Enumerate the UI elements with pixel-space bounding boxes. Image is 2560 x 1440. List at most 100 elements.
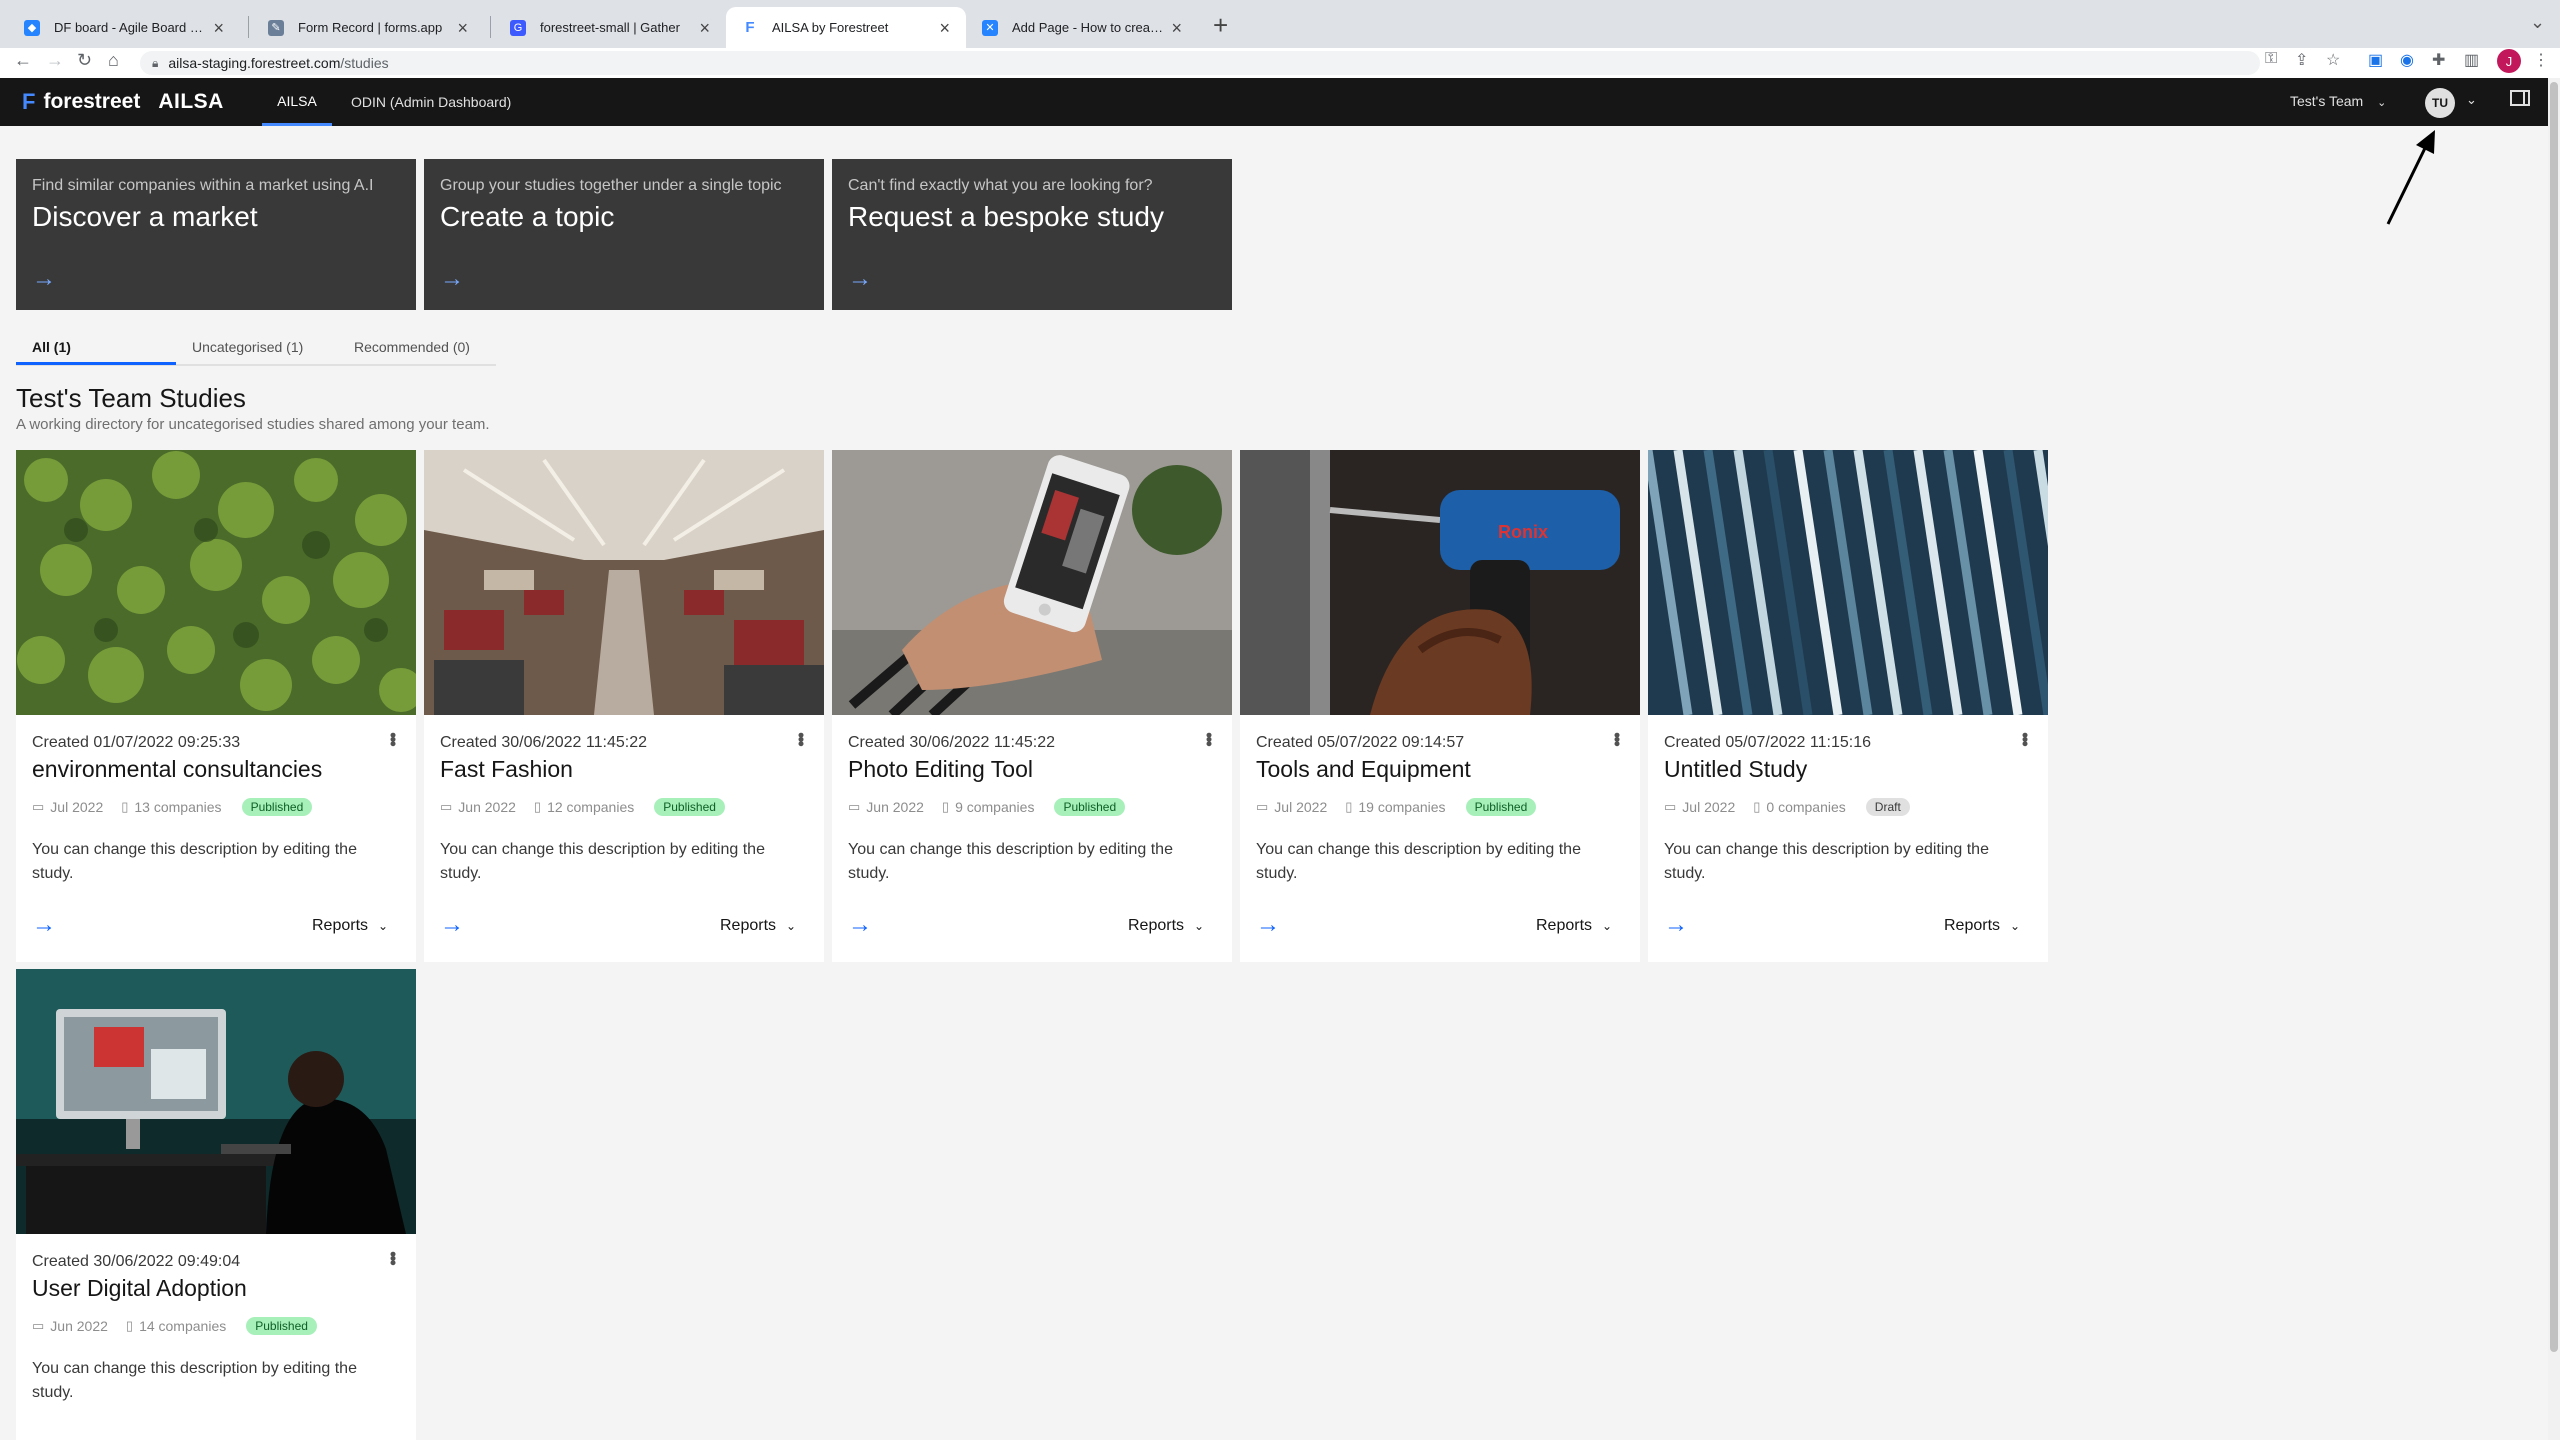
overflow-menu-icon[interactable]: •••: [2014, 732, 2035, 745]
gather-icon: G: [510, 19, 526, 36]
study-card[interactable]: Created 30/06/2022 11:45:22 ••• Fast Fas…: [424, 450, 824, 962]
back-icon[interactable]: ←: [14, 50, 32, 71]
study-name[interactable]: User Digital Adoption: [32, 1275, 247, 1302]
home-icon[interactable]: ⌂: [108, 50, 119, 71]
arrow-right-icon[interactable]: →: [32, 265, 56, 293]
browser-tab[interactable]: ◆ DF board - Agile Board - Jira ×: [8, 7, 240, 48]
side-panel-icon[interactable]: [2510, 90, 2530, 106]
study-date: Jul 2022: [1274, 799, 1328, 815]
puzzle-icon[interactable]: ✚: [2432, 50, 2445, 70]
cta-create-topic[interactable]: Group your studies together under a sing…: [424, 159, 824, 310]
close-icon[interactable]: ×: [699, 19, 710, 37]
forestreet-logo[interactable]: F forestreet AILSA: [22, 89, 224, 115]
arrow-right-icon[interactable]: →: [440, 911, 464, 939]
new-tab-icon[interactable]: +: [1213, 10, 1228, 41]
overflow-menu-icon[interactable]: •••: [790, 732, 811, 745]
arrow-right-icon[interactable]: →: [848, 911, 872, 939]
company-count: 9 companies: [955, 799, 1035, 815]
overflow-menu-icon[interactable]: •••: [382, 1251, 403, 1264]
study-meta: ▭ Jul 2022 ▯ 19 companies Published: [1256, 798, 1537, 816]
reports-dropdown[interactable]: Reports ⌄: [1536, 917, 1612, 935]
profile-avatar[interactable]: J: [2497, 49, 2521, 73]
arrow-right-icon[interactable]: →: [1256, 911, 1280, 939]
close-icon[interactable]: ×: [939, 19, 950, 37]
study-date: Jun 2022: [866, 799, 924, 815]
arrow-right-icon[interactable]: →: [32, 911, 56, 939]
overflow-menu-icon[interactable]: •••: [1198, 732, 1219, 745]
status-badge: Published: [1054, 798, 1126, 816]
nav-link-odin[interactable]: ODIN (Admin Dashboard): [351, 78, 511, 126]
share-icon[interactable]: ⇪: [2295, 50, 2308, 70]
company-count: 0 companies: [1766, 799, 1846, 815]
reports-label: Reports: [312, 917, 369, 934]
tab-recommended[interactable]: Recommended (0): [354, 339, 470, 355]
overflow-menu-icon[interactable]: •••: [1606, 732, 1627, 745]
reports-dropdown[interactable]: Reports ⌄: [720, 917, 796, 935]
chevron-down-icon[interactable]: ⌄: [2466, 92, 2477, 108]
reports-dropdown[interactable]: Reports ⌄: [1944, 917, 2020, 935]
close-icon[interactable]: ×: [213, 19, 224, 37]
close-icon[interactable]: ×: [457, 19, 468, 37]
forward-icon[interactable]: →: [46, 50, 64, 71]
section-title: Test's Team Studies: [16, 383, 246, 413]
created-date: Created 30/06/2022 09:49:04: [32, 1253, 241, 1270]
close-icon[interactable]: ×: [1171, 19, 1182, 37]
tab-all[interactable]: All (1): [32, 339, 71, 355]
scrollbar-thumb[interactable]: [2550, 82, 2558, 1352]
chevron-down-icon: ⌄: [786, 919, 797, 933]
building-icon: ▯: [1345, 799, 1353, 814]
arrow-right-icon[interactable]: →: [848, 265, 872, 293]
study-name[interactable]: Fast Fashion: [440, 756, 573, 783]
browser-tab-active[interactable]: F AILSA by Forestreet ×: [726, 7, 966, 48]
study-card[interactable]: Created 01/07/2022 09:25:33 ••• environm…: [16, 450, 416, 962]
cta-subtitle: Group your studies together under a sing…: [440, 177, 782, 194]
browser-tab[interactable]: G forestreet-small | Gather ×: [494, 7, 726, 48]
reports-dropdown[interactable]: Reports ⌄: [312, 917, 388, 935]
arrow-right-icon[interactable]: →: [1664, 911, 1688, 939]
status-badge: Published: [246, 1317, 317, 1335]
sidebar-toggle-icon[interactable]: ▥: [2464, 50, 2479, 70]
reports-dropdown[interactable]: Reports ⌄: [1128, 917, 1204, 935]
address-bar[interactable]: 🔒︎ ailsa-staging.forestreet.com/studies: [140, 51, 2260, 75]
chevron-down-icon: ⌄: [1194, 919, 1205, 933]
jira-icon: ◆: [24, 19, 40, 36]
key-icon[interactable]: ⚿: [2265, 50, 2277, 68]
cta-heading: Create a topic: [440, 201, 615, 232]
brand-name: forestreet: [43, 90, 141, 113]
calendar-icon: ▭: [32, 1318, 45, 1333]
arrow-right-icon[interactable]: →: [440, 265, 464, 293]
browser-tab-title: DF board - Agile Board - Jira: [54, 20, 206, 35]
overflow-menu-icon[interactable]: •••: [382, 732, 403, 745]
study-description: You can change this description by editi…: [32, 841, 357, 882]
nav-link-ailsa[interactable]: AILSA: [262, 78, 332, 126]
scrollbar[interactable]: [2548, 78, 2560, 1440]
star-icon[interactable]: ☆: [2326, 50, 2340, 70]
study-name[interactable]: Photo Editing Tool: [848, 756, 1033, 783]
team-selector[interactable]: Test's Team ⌄: [2290, 93, 2386, 109]
cta-request-study[interactable]: Can't find exactly what you are looking …: [832, 159, 1232, 310]
browser-menu-icon[interactable]: ⋮: [2533, 50, 2549, 70]
tab-uncategorised[interactable]: Uncategorised (1): [192, 339, 303, 355]
study-name[interactable]: Untitled Study: [1664, 756, 1807, 783]
tab-search-icon[interactable]: ⌄: [2530, 12, 2545, 33]
study-card[interactable]: Created 30/06/2022 11:45:22 ••• Photo Ed…: [832, 450, 1232, 962]
user-avatar[interactable]: TU: [2425, 88, 2455, 118]
study-name[interactable]: environmental consultancies: [32, 756, 322, 783]
status-badge: Published: [1465, 798, 1537, 816]
extension-icon[interactable]: ◉: [2400, 50, 2414, 70]
study-card[interactable]: Ronix Created 05/07/2022 09:14:57 ••• To…: [1240, 450, 1640, 962]
browser-tab[interactable]: ✎ Form Record | forms.app ×: [252, 7, 484, 48]
study-name[interactable]: Tools and Equipment: [1256, 756, 1471, 783]
study-card[interactable]: Created 05/07/2022 11:15:16 ••• Untitled…: [1648, 450, 2048, 962]
study-meta: ▭ Jun 2022 ▯ 14 companies Published: [32, 1317, 317, 1335]
browser-tab[interactable]: ✕ Add Page - How to create use… ×: [966, 7, 1198, 48]
study-card[interactable]: Created 30/06/2022 09:49:04 ••• User Dig…: [16, 969, 416, 1440]
cta-discover-market[interactable]: Find similar companies within a market u…: [16, 159, 416, 310]
extension-icon[interactable]: ▣: [2368, 50, 2383, 70]
study-image-forest: [16, 450, 416, 715]
reload-icon[interactable]: ↻: [77, 50, 92, 71]
created-date: Created 30/06/2022 11:45:22: [440, 734, 647, 751]
study-meta: ▭ Jun 2022 ▯ 9 companies Published: [848, 798, 1126, 816]
company-count: 14 companies: [139, 1318, 227, 1334]
study-description: You can change this description by editi…: [440, 841, 765, 882]
